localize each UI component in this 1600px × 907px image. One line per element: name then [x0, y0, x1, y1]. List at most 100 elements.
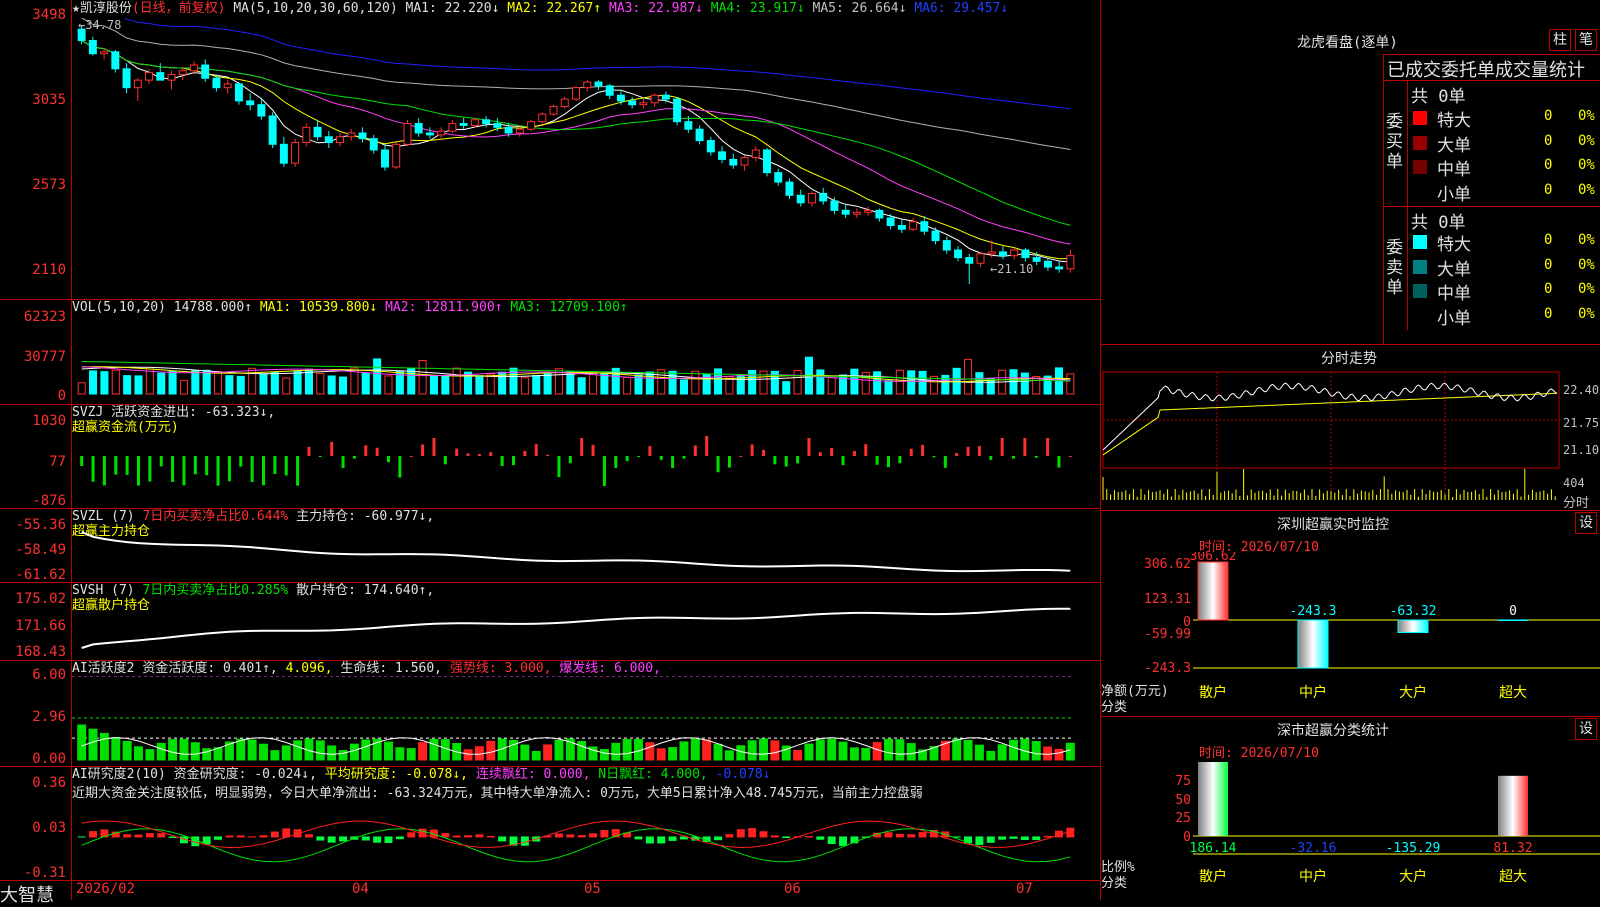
ai-active-bar	[145, 749, 155, 761]
intraday-tick: 22.40	[1563, 383, 1600, 397]
buy-count-value: 0	[1544, 108, 1553, 124]
intraday-chart[interactable]	[1101, 370, 1561, 510]
ai-active-bar	[838, 741, 848, 761]
svzj-bar	[91, 456, 95, 482]
monitor-settings-button[interactable]: 设	[1575, 512, 1597, 534]
side-panel: 龙虎看盘(逐单) 柱 笔 已成交委托单成交量统计 委买单 委卖单 共 0单 共 …	[1100, 0, 1600, 900]
monitor-value-label: 0	[1509, 604, 1517, 619]
ai-active-bar	[429, 738, 439, 761]
candle-body	[470, 119, 479, 126]
candle-body	[718, 151, 727, 160]
candle-body	[302, 126, 311, 143]
volume-chart[interactable]	[72, 316, 1098, 398]
ai-active-bar	[168, 739, 178, 761]
bar-toggle-button[interactable]: 柱	[1549, 29, 1571, 51]
ai-active-bar	[713, 743, 723, 761]
svzj-bar	[262, 456, 265, 486]
ai-research-bar	[236, 835, 245, 838]
svzj-chart[interactable]	[72, 436, 1098, 506]
date-axis: 2026/02 04 05 06 07	[72, 880, 1098, 900]
ai-burst-line: 爆发线: 6.000,	[559, 661, 661, 676]
vol-label: VOL(5,10,20)	[72, 300, 166, 315]
candle-body	[785, 181, 794, 196]
candle-body	[1021, 249, 1030, 259]
svzj-bar	[1057, 456, 1061, 468]
svzj-bar	[1068, 455, 1072, 457]
ai-active-bar	[122, 740, 132, 761]
candle-body	[695, 128, 704, 142]
candle-body	[201, 64, 210, 79]
ai-active-bar	[395, 747, 405, 761]
svzj-bar	[557, 456, 561, 478]
svzj-bar	[80, 456, 84, 466]
buy-percent-value: 0%	[1578, 108, 1595, 124]
svzl-chart[interactable]	[72, 530, 1098, 580]
ai-active-bar	[1043, 746, 1053, 761]
monitor-bar	[1197, 561, 1229, 621]
svzj-bar	[421, 444, 425, 456]
candle-body	[111, 51, 120, 70]
svsh-chart[interactable]	[72, 602, 1098, 658]
ai-active-chart[interactable]	[72, 676, 1098, 764]
ai-active-bar	[997, 744, 1007, 761]
app-name: 大智慧	[0, 885, 54, 906]
sell-category-label: 特大	[1437, 235, 1471, 255]
candle-body	[864, 209, 873, 213]
ai-active-bar	[770, 740, 780, 761]
svzj-bar	[1046, 438, 1050, 456]
divider	[1383, 80, 1600, 81]
date-tick: 07	[1016, 881, 1033, 897]
ai-research-bar	[1032, 836, 1041, 841]
candle-body	[1055, 266, 1064, 270]
ai-active-tick: 0.00	[32, 751, 66, 767]
svzj-bar	[318, 456, 322, 457]
ai-active-bar	[134, 746, 143, 761]
star-icon[interactable]: ★	[72, 1, 80, 16]
intraday-tag: 分时	[1563, 496, 1590, 511]
sell-percent-value: 0%	[1578, 281, 1595, 297]
monitor-category-label: 大户	[1399, 684, 1427, 701]
candle-body	[684, 121, 693, 130]
ai-research-bar	[782, 836, 791, 839]
ai-active-bar	[247, 739, 257, 761]
stat-category-label: 超大	[1499, 869, 1527, 885]
monitor-bar	[1397, 619, 1429, 633]
ai-research-bar	[577, 835, 586, 838]
svzj-bar	[943, 456, 947, 468]
ai-active-bar	[622, 739, 632, 761]
svsh-tick: 175.02	[15, 591, 66, 607]
candlestick-chart[interactable]	[72, 18, 1098, 298]
candle-body	[920, 221, 929, 232]
svzl-tick: -58.49	[15, 542, 66, 558]
monitor-bar	[1297, 619, 1329, 669]
svzj-bar	[716, 456, 720, 473]
pen-toggle-button[interactable]: 笔	[1575, 29, 1597, 51]
ai-active-bar	[111, 737, 121, 761]
main-chart-area[interactable]: ★凯淳股份(日线，前复权) MA(5,10,20,30,60,120) MA1:…	[0, 0, 1100, 906]
ai-research-bar	[736, 829, 745, 838]
volume-bar	[907, 370, 916, 395]
volume-bar	[77, 382, 86, 395]
stat-tick: 75	[1175, 774, 1191, 789]
ai-research-chart[interactable]	[72, 800, 1098, 878]
svzj-bar	[602, 456, 606, 486]
ai-active-bar	[361, 739, 371, 761]
ai-research-bar	[816, 836, 825, 840]
ai-active-bar	[599, 749, 609, 761]
candle-body	[998, 251, 1007, 257]
svzj-bar	[534, 444, 538, 456]
vol-tick: 0	[57, 388, 66, 404]
period-label[interactable]: (日线，前复权)	[132, 1, 226, 16]
sell-color-square	[1413, 308, 1427, 323]
ai-research-bar	[770, 835, 779, 838]
ai-research-bar	[214, 836, 223, 840]
ai-research-nred: N日飘红: 4.000,	[598, 767, 708, 782]
ai-research-bar	[464, 835, 473, 838]
high-price-label: 34.78	[85, 18, 122, 32]
ai-active-bar	[645, 742, 655, 761]
stat-settings-button[interactable]: 设	[1575, 718, 1597, 740]
ai-research-bar	[452, 835, 461, 838]
date-tick: 06	[784, 881, 801, 897]
intraday-vol-tick: 404	[1563, 476, 1585, 490]
svzj-bar	[182, 456, 186, 486]
